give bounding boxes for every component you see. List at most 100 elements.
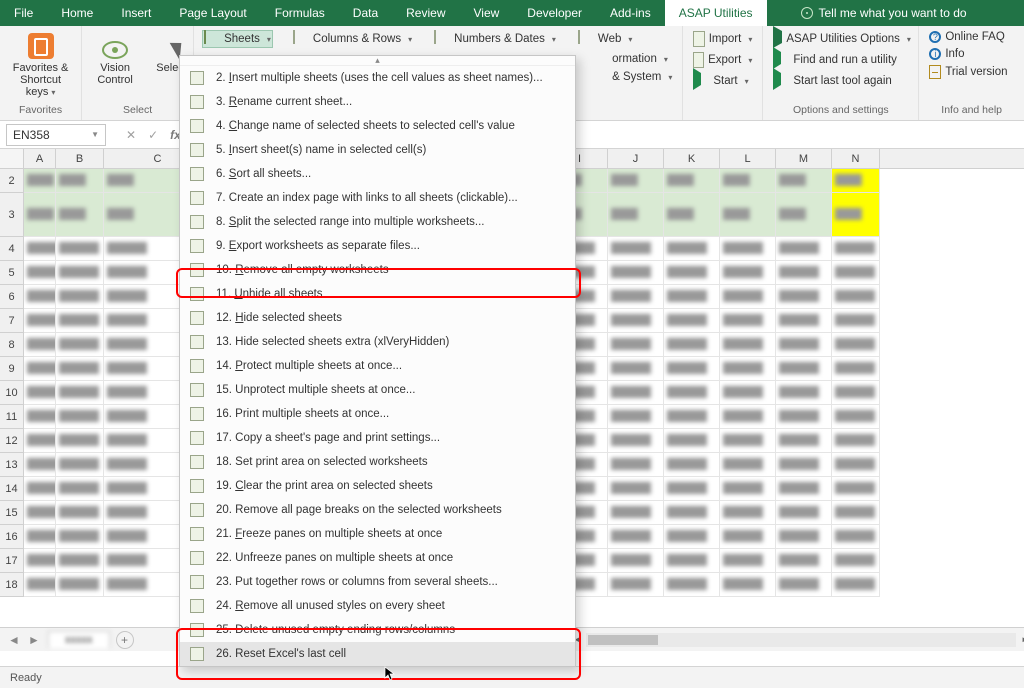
menu-item-2[interactable]: 2. Insert multiple sheets (uses the cell… — [180, 66, 575, 90]
tab-addins[interactable]: Add-ins — [596, 0, 665, 26]
cell[interactable]: ██████ — [56, 285, 104, 309]
cell[interactable]: ██████ — [664, 453, 720, 477]
menu-item-8[interactable]: 8. Split the selected range into multipl… — [180, 210, 575, 234]
cell[interactable]: ██████ — [24, 285, 56, 309]
menu-item-23[interactable]: 23. Put together rows or columns from se… — [180, 570, 575, 594]
columns-rows-dropdown[interactable]: Columns & Rows — [291, 30, 414, 48]
online-faq-button[interactable]: ?Online FAQ — [927, 30, 1016, 44]
cell[interactable]: ██████ — [664, 429, 720, 453]
menu-item-9[interactable]: 9. Export worksheets as separate files..… — [180, 234, 575, 258]
row-header[interactable]: 13 — [0, 453, 24, 477]
web-dropdown[interactable]: Web — [576, 30, 634, 48]
cell[interactable]: ██████ — [832, 501, 880, 525]
horizontal-scrollbar[interactable]: ◄ ► — [586, 633, 1016, 647]
cell[interactable]: ██████ — [720, 285, 776, 309]
tab-review[interactable]: Review — [392, 0, 459, 26]
cell[interactable]: ████ — [776, 169, 832, 193]
menu-item-13[interactable]: 13. Hide selected sheets extra (xlVeryHi… — [180, 330, 575, 354]
cell[interactable]: ██████ — [608, 333, 664, 357]
column-header-J[interactable]: J — [608, 149, 664, 168]
cell[interactable]: ██████ — [608, 309, 664, 333]
row-header[interactable]: 16 — [0, 525, 24, 549]
row-header[interactable]: 5 — [0, 261, 24, 285]
sheet-tab[interactable]: xxxxx — [48, 631, 110, 648]
cell[interactable]: ██████ — [24, 573, 56, 597]
cell[interactable]: ████ — [608, 193, 664, 237]
scroll-thumb[interactable] — [588, 635, 658, 645]
tab-developer[interactable]: Developer — [513, 0, 596, 26]
chevron-down-icon[interactable]: ▼ — [91, 130, 99, 139]
cell[interactable]: ██████ — [720, 261, 776, 285]
cell[interactable]: ██████ — [832, 573, 880, 597]
cell[interactable]: ██████ — [776, 381, 832, 405]
menu-item-22[interactable]: 22. Unfreeze panes on multiple sheets at… — [180, 546, 575, 570]
cell[interactable]: ██████ — [832, 525, 880, 549]
menu-item-16[interactable]: 16. Print multiple sheets at once... — [180, 402, 575, 426]
cell[interactable]: ██████ — [24, 333, 56, 357]
cell[interactable]: ██████ — [24, 501, 56, 525]
menu-item-25[interactable]: 25. Delete unused empty ending rows/colu… — [180, 618, 575, 642]
cell[interactable]: ████ — [24, 169, 56, 193]
asap-options-dropdown[interactable]: ASAP Utilities Options — [771, 30, 910, 48]
cell[interactable]: ██████ — [832, 453, 880, 477]
tab-data[interactable]: Data — [339, 0, 392, 26]
cell[interactable]: ██████ — [776, 285, 832, 309]
cell[interactable]: ████ — [832, 193, 880, 237]
menu-item-21[interactable]: 21. Freeze panes on multiple sheets at o… — [180, 522, 575, 546]
row-header[interactable]: 9 — [0, 357, 24, 381]
cell[interactable]: ██████ — [720, 477, 776, 501]
cell[interactable]: ██████ — [664, 573, 720, 597]
row-header[interactable]: 7 — [0, 309, 24, 333]
tab-file[interactable]: File — [0, 0, 47, 26]
cell[interactable]: ██████ — [608, 525, 664, 549]
cell[interactable]: ██████ — [776, 237, 832, 261]
row-header[interactable]: 2 — [0, 169, 24, 193]
column-header-L[interactable]: L — [720, 149, 776, 168]
cell[interactable]: ██████ — [720, 381, 776, 405]
row-header[interactable]: 18 — [0, 573, 24, 597]
cell[interactable]: ██████ — [608, 501, 664, 525]
cell[interactable]: ██████ — [24, 237, 56, 261]
start-last-button[interactable]: Start last tool again — [771, 72, 910, 90]
cell[interactable]: ██████ — [664, 285, 720, 309]
cell[interactable]: ██████ — [720, 237, 776, 261]
cell[interactable]: ██████ — [56, 573, 104, 597]
information-dropdown[interactable]: ormation — [610, 52, 670, 66]
tab-formulas[interactable]: Formulas — [261, 0, 339, 26]
cell[interactable]: ████ — [832, 169, 880, 193]
cell[interactable]: ██████ — [664, 309, 720, 333]
cell[interactable]: ██████ — [24, 453, 56, 477]
cell[interactable]: ██████ — [608, 549, 664, 573]
cell[interactable]: ██████ — [56, 477, 104, 501]
column-header-B[interactable]: B — [56, 149, 104, 168]
cell[interactable]: ██████ — [56, 501, 104, 525]
cell[interactable]: ████ — [720, 169, 776, 193]
tell-me[interactable]: Tell me what you want to do — [787, 0, 981, 26]
row-header[interactable]: 3 — [0, 193, 24, 237]
cell[interactable]: ██████ — [832, 429, 880, 453]
cell[interactable]: ██████ — [776, 477, 832, 501]
cell[interactable]: ████ — [56, 193, 104, 237]
numbers-dates-dropdown[interactable]: Numbers & Dates — [432, 30, 558, 48]
cancel-icon[interactable]: ✕ — [126, 128, 136, 142]
cell[interactable]: ██████ — [832, 309, 880, 333]
file-system-dropdown[interactable]: & System — [610, 70, 674, 84]
menu-item-3[interactable]: 3. Rename current sheet... — [180, 90, 575, 114]
cell[interactable]: ██████ — [776, 549, 832, 573]
menu-item-4[interactable]: 4. Change name of selected sheets to sel… — [180, 114, 575, 138]
row-header[interactable]: 8 — [0, 333, 24, 357]
menu-item-20[interactable]: 20. Remove all page breaks on the select… — [180, 498, 575, 522]
cell[interactable]: ██████ — [664, 477, 720, 501]
cell[interactable]: ██████ — [56, 381, 104, 405]
cell[interactable]: ████ — [56, 169, 104, 193]
cell[interactable]: ██████ — [720, 309, 776, 333]
row-header[interactable]: 14 — [0, 477, 24, 501]
tab-asap-utilities[interactable]: ASAP Utilities — [665, 0, 767, 26]
row-header[interactable]: 12 — [0, 429, 24, 453]
tab-page-layout[interactable]: Page Layout — [165, 0, 260, 26]
scroll-right-icon[interactable]: ► — [1018, 633, 1024, 647]
cell[interactable]: ██████ — [664, 333, 720, 357]
menu-item-12[interactable]: 12. Hide selected sheets — [180, 306, 575, 330]
menu-item-17[interactable]: 17. Copy a sheet's page and print settin… — [180, 426, 575, 450]
cell[interactable]: ██████ — [664, 357, 720, 381]
